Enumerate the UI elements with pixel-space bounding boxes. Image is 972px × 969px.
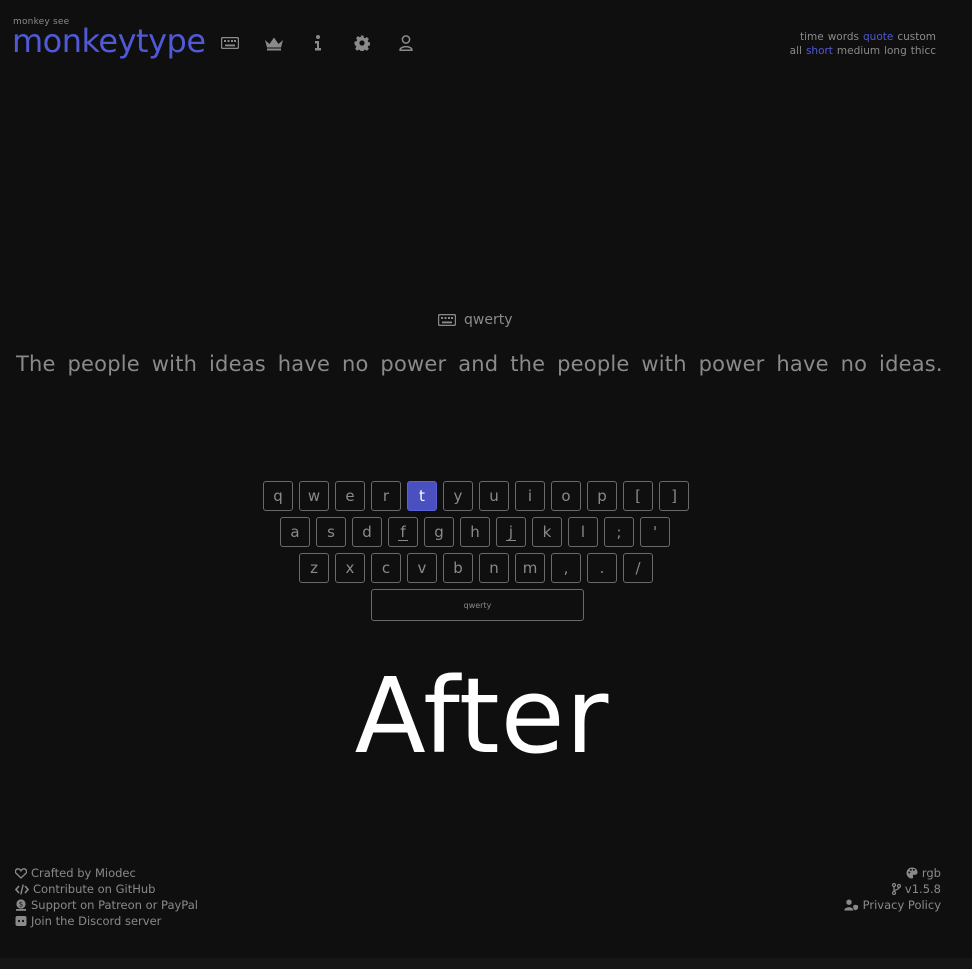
keymap-key: v	[407, 553, 437, 583]
keymap-key: [	[623, 481, 653, 511]
keymap-key: d	[352, 517, 382, 547]
keymap-key: '	[640, 517, 670, 547]
layout-indicator[interactable]: qwerty	[438, 312, 512, 328]
keyboard-icon[interactable]	[218, 31, 242, 55]
palette-icon	[906, 867, 918, 879]
footer-link-label: Contribute on GitHub	[33, 882, 156, 896]
user-shield-icon	[843, 899, 859, 911]
keymap-key: h	[460, 517, 490, 547]
length-thicc[interactable]: thicc	[911, 45, 936, 57]
length-medium[interactable]: medium	[837, 45, 880, 57]
keymap-key: t	[407, 481, 437, 511]
donate-icon: $	[16, 899, 26, 911]
keymap-key: ]	[659, 481, 689, 511]
user-icon[interactable]	[394, 31, 418, 55]
keymap-key: r	[371, 481, 401, 511]
keymap-key: y	[443, 481, 473, 511]
svg-text:$: $	[19, 901, 23, 909]
discord-icon	[15, 916, 27, 926]
page: monkey see monkeytype time words quote cust…	[0, 0, 972, 958]
footer-link-label: Crafted by Miodec	[31, 866, 136, 880]
keymap-key: b	[443, 553, 473, 583]
gear-icon[interactable]	[350, 31, 374, 55]
keymap-key: e	[335, 481, 365, 511]
code-icon	[15, 883, 29, 895]
privacy-policy-label: Privacy Policy	[862, 898, 941, 912]
mode-words[interactable]: words	[828, 31, 859, 43]
crown-icon[interactable]	[262, 31, 286, 55]
theme-name: rgb	[921, 866, 941, 880]
keymap-key: q	[263, 481, 293, 511]
keymap-key: u	[479, 481, 509, 511]
quote-length-selector: all short medium long thicc	[786, 45, 936, 57]
keymap-key: i	[515, 481, 545, 511]
keymap-key: f	[388, 517, 418, 547]
footer-link-support[interactable]: $ Support on Patreon or PayPal	[15, 897, 198, 913]
keymap-key: p	[587, 481, 617, 511]
version-label: v1.5.8	[904, 882, 941, 896]
keymap-key: l	[568, 517, 598, 547]
version-button[interactable]: v1.5.8	[844, 881, 941, 897]
bottom-strip	[0, 958, 972, 969]
keyboard-icon	[438, 314, 456, 326]
length-long[interactable]: long	[884, 45, 907, 57]
footer-links: Crafted by Miodec Contribute on GitHub $…	[15, 865, 198, 929]
footer-meta: rgb v1.5.8 Privacy Policy	[843, 865, 941, 913]
footer-link-discord[interactable]: Join the Discord server	[15, 913, 198, 929]
footer-link-label: Support on Patreon or PayPal	[31, 898, 198, 912]
keymap-key: j	[496, 517, 526, 547]
keymap-key: c	[371, 553, 401, 583]
quote-text: The people with ideas have no power and …	[16, 352, 943, 376]
heart-icon	[15, 867, 27, 879]
keymap-key: ;	[604, 517, 634, 547]
length-short[interactable]: short	[806, 45, 833, 57]
theme-button[interactable]: rgb	[844, 865, 941, 881]
keymap-key: .	[587, 553, 617, 583]
logo[interactable]: monkeytype	[12, 22, 206, 60]
layout-name: qwerty	[464, 312, 513, 328]
keymap-key: ,	[551, 553, 581, 583]
length-all[interactable]: all	[790, 45, 802, 57]
keymap-key: w	[299, 481, 329, 511]
keymap-spacebar: qwerty	[371, 589, 584, 621]
info-icon[interactable]	[306, 31, 330, 55]
footer-link-creator[interactable]: Crafted by Miodec	[15, 865, 198, 881]
keymap-key: x	[335, 553, 365, 583]
footer-link-label: Join the Discord server	[31, 914, 162, 928]
home-row-bump	[506, 540, 516, 541]
overlay-caption: After	[354, 655, 610, 777]
keymap-key: z	[299, 553, 329, 583]
keymap-key: k	[532, 517, 562, 547]
keymap-key: o	[551, 481, 581, 511]
mode-quote[interactable]: quote	[863, 31, 893, 43]
keymap-key: a	[280, 517, 310, 547]
privacy-policy-link[interactable]: Privacy Policy	[843, 897, 941, 913]
footer-link-github[interactable]: Contribute on GitHub	[15, 881, 198, 897]
branch-icon	[891, 883, 901, 895]
mode-selector: time words quote custom	[796, 31, 936, 43]
mode-custom[interactable]: custom	[897, 31, 936, 43]
keymap-key: n	[479, 553, 509, 583]
keymap-key: s	[316, 517, 346, 547]
keymap-key: /	[623, 553, 653, 583]
keymap-key: m	[515, 553, 545, 583]
mode-time[interactable]: time	[800, 31, 824, 43]
keymap-key: g	[424, 517, 454, 547]
home-row-bump	[398, 540, 408, 541]
